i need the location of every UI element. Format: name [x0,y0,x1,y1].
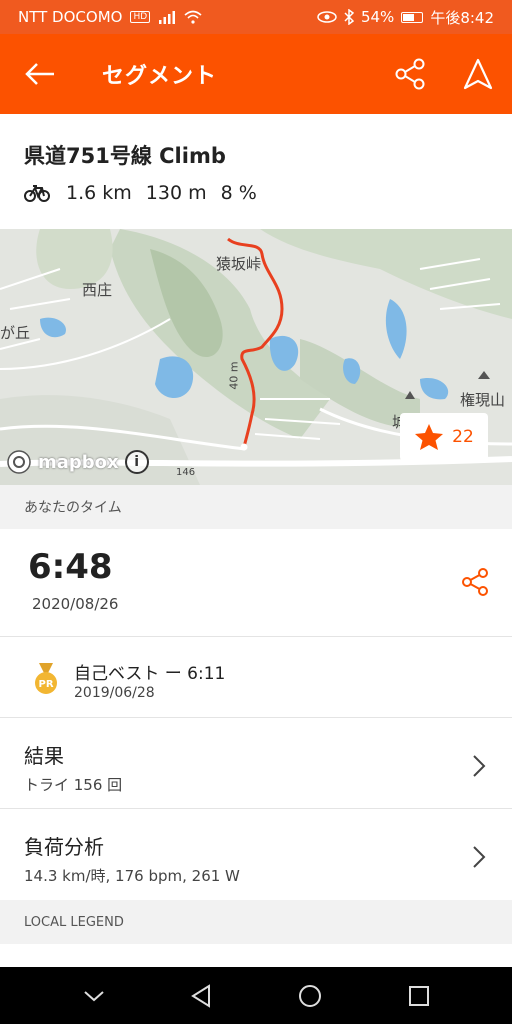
local-legend-row[interactable] [0,944,512,967]
map-label-road: 146 [176,467,196,478]
segment-name: 県道751号線 Climb [24,144,226,168]
eye-icon [317,11,337,23]
system-nav-bar [0,967,512,1024]
effort-time: 6:48 [28,547,113,587]
segment-stats: 1.6 km 130 m 8 % [24,182,488,204]
effort-date: 2020/08/26 [32,595,119,613]
pr-row[interactable]: PR 自己ベスト ー 6:11 2019/06/28 [0,637,512,718]
star-button[interactable]: 22 [400,413,488,461]
star-icon [415,424,444,450]
segment-elevation: 130 m [145,182,207,204]
segment-grade: 8 % [220,182,257,204]
share-icon [462,568,488,596]
arrow-left-icon [25,63,54,85]
map-label-elev: 40 m [227,361,241,390]
analysis-row[interactable]: 負荷分析 14.3 km/時, 176 bpm, 261 W [0,809,512,900]
analysis-subtitle: 14.3 km/時, 176 bpm, 261 W [24,867,240,885]
local-legend-header: LOCAL LEGEND [0,900,512,944]
map-label-ga-oka: が丘 [0,324,31,342]
results-title: 結果 [24,744,64,768]
hd-badge: HD [130,11,151,23]
chevron-down-icon[interactable] [83,989,105,1003]
map-label-gongen: 権現山 [460,391,506,409]
recents-square-icon[interactable] [408,985,430,1007]
share-button[interactable] [376,34,444,114]
battery-percent: 54% [360,8,395,26]
page-title: セグメント [102,64,218,89]
segment-map[interactable]: 西庄 が丘 猿坂峠 権現山 城 146 40 m mapbox i 22 [0,229,512,485]
bluetooth-icon [344,9,354,25]
your-time-header: あなたのタイム [0,485,512,529]
star-count: 22 [452,427,474,447]
analysis-title: 負荷分析 [24,835,104,859]
back-triangle-icon[interactable] [190,983,212,1008]
battery-icon [401,11,424,23]
back-button[interactable] [0,34,80,114]
map-label-sarusaka: 猿坂峠 [216,255,262,273]
results-row[interactable]: 結果 トライ 156 回 [0,718,512,809]
pr-medal-icon: PR [34,663,58,699]
mapbox-label: mapbox [38,451,119,473]
wifi-icon [184,10,202,24]
chevron-right-icon [473,846,486,868]
share-effort-button[interactable] [460,567,490,601]
chevron-right-icon [473,755,486,777]
status-bar: NTT DOCOMO HD 54% 午後8:42 [0,0,512,34]
home-circle-icon[interactable] [297,983,323,1009]
map-label-nishi: 西庄 [82,281,113,299]
app-bar: セグメント [0,34,512,114]
navigation-arrow-icon [463,58,493,90]
mapbox-logo-icon [7,450,31,474]
results-subtitle: トライ 156 回 [24,776,123,794]
clock: 午後8:42 [430,8,494,27]
bike-icon [24,185,50,202]
signal-icon [159,11,176,24]
mapbox-attribution[interactable]: mapbox i [6,449,149,475]
segment-header: 県道751号線 Climb 1.6 km 130 m 8 % [0,114,512,229]
info-icon[interactable]: i [124,450,149,474]
pr-date: 2019/06/28 [74,685,155,701]
share-icon [395,58,425,90]
pr-badge-text: PR [38,679,53,690]
carrier-label: NTT DOCOMO [18,8,123,26]
navigate-button[interactable] [444,34,512,114]
segment-distance: 1.6 km [66,182,132,204]
pr-title: 自己ベスト ー 6:11 [74,664,226,684]
your-time-row[interactable]: 6:48 2020/08/26 [0,529,512,637]
